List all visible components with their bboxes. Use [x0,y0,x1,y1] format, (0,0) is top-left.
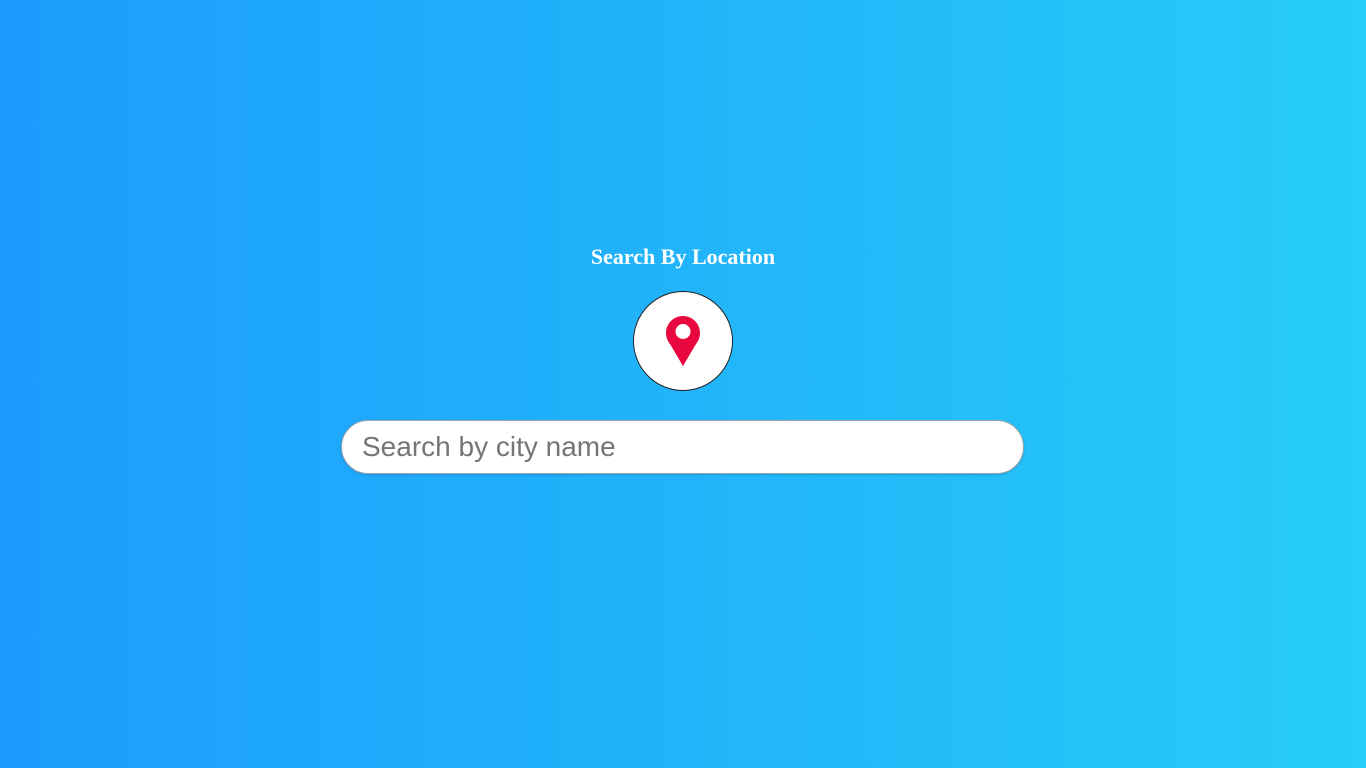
search-box [341,420,1024,474]
page-title: Search By Location [590,244,776,269]
search-input[interactable] [362,421,1002,473]
map-pin-icon [666,316,700,366]
location-icon-circle [633,291,733,391]
search-panel: Search By Location [0,0,1366,768]
